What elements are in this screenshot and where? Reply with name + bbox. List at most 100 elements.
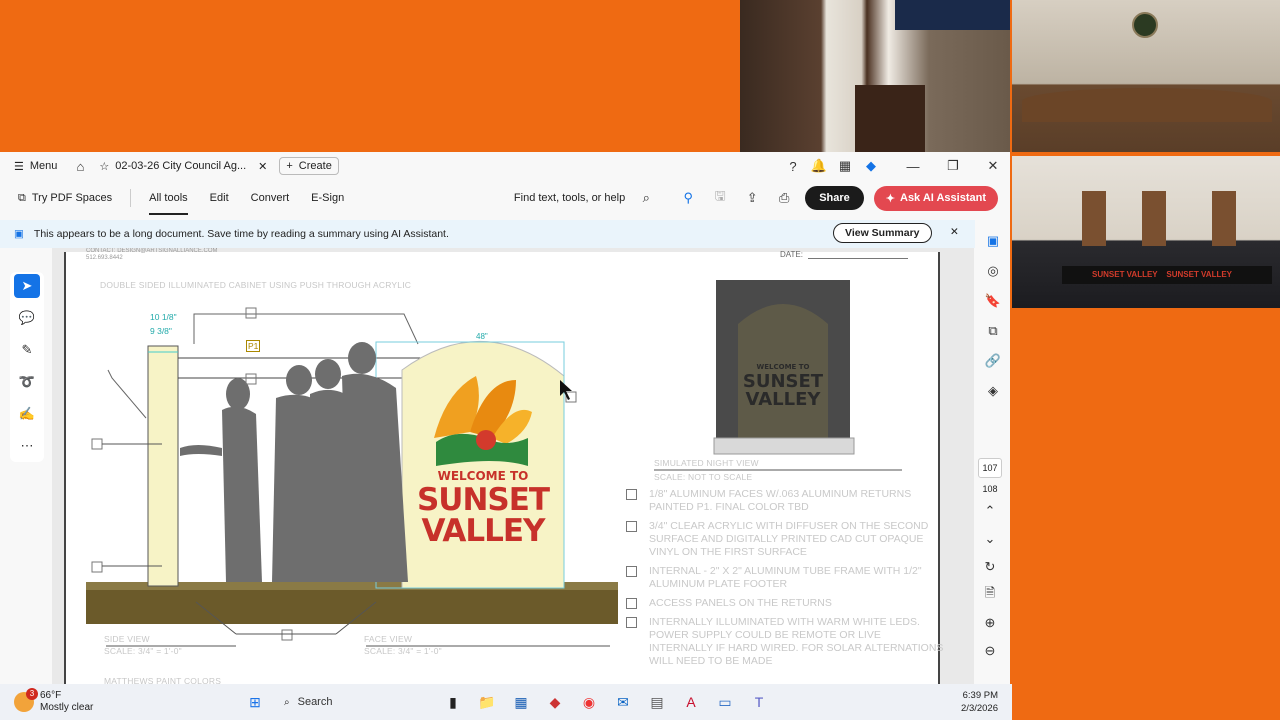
tab-convert[interactable]: Convert — [251, 192, 290, 204]
page-down-icon[interactable]: ⌄ — [979, 528, 1001, 550]
save-icon[interactable]: 🖫 — [709, 187, 731, 209]
spec-note-text: INTERNAL - 2" X 2" ALUMINUM TUBE FRAME W… — [649, 565, 922, 590]
home-icon[interactable]: ⌂ — [69, 155, 91, 177]
find-input[interactable]: Find text, tools, or help — [514, 192, 625, 204]
restore-icon[interactable]: ❐ — [942, 155, 964, 177]
remote-desktop-icon[interactable]: ▭ — [712, 689, 738, 715]
ai-sparkle-icon: ✦ — [885, 192, 895, 205]
notification-bell-icon[interactable]: 🔔 — [808, 155, 830, 177]
zoom-out-icon[interactable]: ⊖ — [979, 640, 1001, 662]
teams-icon[interactable]: T — [746, 689, 772, 715]
weather-widget[interactable]: 3 66°F Mostly clear — [14, 688, 214, 714]
next-page-number[interactable]: 108 — [982, 484, 997, 494]
city-seal — [1132, 12, 1158, 38]
create-label: Create — [298, 160, 332, 172]
paint-colors-label: MATTHEWS PAINT COLORS — [104, 676, 222, 684]
spec-note: INTERNAL - 2" X 2" ALUMINUM TUBE FRAME W… — [626, 565, 946, 591]
clock-time: 6:39 PM — [962, 690, 998, 701]
ai-assistant-icon[interactable]: ▣ — [982, 230, 1004, 252]
page-up-icon[interactable]: ⌃ — [979, 500, 1001, 522]
spec-note-text: INTERNALLY ILLUMINATED WITH WARM WHITE L… — [649, 616, 944, 667]
task-view-icon[interactable]: ▮ — [440, 689, 466, 715]
start-windows-icon[interactable]: ⊞ — [242, 689, 268, 715]
ask-ai-button[interactable]: ✦ Ask AI Assistant — [873, 185, 998, 211]
taskbar-search[interactable]: ⌕ Search — [276, 689, 436, 715]
share-button[interactable]: Share — [805, 186, 864, 210]
leader-line — [193, 313, 419, 345]
lasso-icon[interactable]: ➰ — [14, 370, 40, 394]
select-arrow-icon[interactable]: ➤ — [14, 274, 40, 298]
sign-welcome-text: WELCOME TO — [437, 469, 529, 483]
close-window-icon[interactable]: ✕ — [982, 155, 1004, 177]
council-dais — [1022, 88, 1272, 122]
clock-date: 2/3/2026 — [961, 703, 998, 714]
weather-desc: Mostly clear — [40, 702, 94, 713]
minimize-icon[interactable]: — — [902, 155, 924, 177]
profile-icon[interactable]: ◆ — [860, 155, 882, 177]
paint-marker-p1: P1 — [246, 340, 261, 352]
clock[interactable]: 6:39 PM 2/3/2026 — [961, 689, 998, 715]
divider — [130, 189, 132, 207]
chrome-icon[interactable]: ◉ — [576, 689, 602, 715]
spaces-icon: ⧉ — [18, 191, 26, 204]
night-view-lettering: WELCOME TO SUNSET VALLEY — [738, 364, 828, 409]
night-valley-text: VALLEY — [745, 389, 821, 410]
tv-screen — [895, 0, 1010, 30]
attachment-icon[interactable]: 🔗 — [982, 350, 1004, 372]
podium — [855, 85, 925, 152]
acrobat-window: ☰ Menu ⌂ ☆ 02-03-26 City Council Ag... ✕… — [0, 152, 1010, 684]
spec-note: 1/8" ALUMINUM FACES W/.063 ALUMINUM RETU… — [626, 488, 946, 514]
zoom-in-icon[interactable]: ⊕ — [979, 612, 1001, 634]
bookmark-icon[interactable]: 🔖 — [982, 290, 1004, 312]
file-explorer-icon[interactable]: 📁 — [474, 689, 500, 715]
dimension-48: 48" — [476, 332, 488, 341]
upload-cloud-icon[interactable]: ⇪ — [741, 187, 763, 209]
spec-note: 3/4" CLEAR ACRYLIC WITH DIFFUSER ON THE … — [626, 520, 946, 559]
door — [1082, 191, 1106, 246]
star-icon[interactable]: ☆ — [99, 160, 109, 173]
current-page-number[interactable]: 107 — [978, 458, 1002, 478]
close-banner-icon[interactable]: ✕ — [950, 226, 959, 238]
help-icon[interactable]: ? — [782, 155, 804, 177]
calculator-icon[interactable]: ▦ — [508, 689, 534, 715]
tab-all-tools[interactable]: All tools — [149, 192, 188, 215]
outlook-icon[interactable]: ✉ — [610, 689, 636, 715]
spec-notes: 1/8" ALUMINUM FACES W/.063 ALUMINUM RETU… — [626, 488, 946, 674]
side-view-scale: SCALE: 3/4" = 1'-0" — [104, 646, 182, 656]
menu-label: Menu — [29, 160, 58, 172]
print-icon[interactable]: ⎙ — [773, 187, 795, 209]
pen-icon[interactable]: ✎ — [14, 338, 40, 362]
more-tools-icon[interactable]: ⋯ — [14, 434, 40, 458]
menu-button[interactable]: ☰ Menu — [14, 160, 57, 173]
spec-note-text: 3/4" CLEAR ACRYLIC WITH DIFFUSER ON THE … — [649, 520, 929, 558]
acrobat-icon[interactable]: A — [678, 689, 704, 715]
document-viewer[interactable]: CONTACT: DESIGN@ARTSIGNALLIANCE.COM 512.… — [52, 248, 974, 684]
media-icon[interactable]: ▤ — [644, 689, 670, 715]
document-tab-title: 02-03-26 City Council Ag... — [115, 160, 247, 172]
spec-note-text: 1/8" ALUMINUM FACES W/.063 ALUMINUM RETU… — [649, 488, 912, 513]
comments-icon[interactable]: ◎ — [982, 260, 1004, 282]
pages-icon[interactable]: ⧉ — [982, 320, 1004, 342]
video-feed-podium — [740, 0, 1010, 152]
pdf-spaces-button[interactable]: ⧉ Try PDF Spaces — [18, 192, 112, 205]
search-icon[interactable]: ⌕ — [635, 187, 657, 209]
face-view-scale: SCALE: 3/4" = 1'-0" — [364, 646, 442, 656]
sign-sunset-text: SUNSET — [416, 482, 550, 518]
comment-icon[interactable]: 💬 — [14, 306, 40, 330]
apps-grid-icon[interactable]: ▦ — [834, 155, 856, 177]
layers-icon[interactable]: ◈ — [982, 380, 1004, 402]
rotate-icon[interactable]: ↻ — [979, 556, 1001, 578]
video-feed-council-dais — [1012, 0, 1280, 152]
document-tab[interactable]: ☆ 02-03-26 City Council Ag... ✕ — [99, 160, 267, 173]
view-summary-button[interactable]: View Summary — [833, 223, 932, 243]
main-toolbar: ⧉ Try PDF Spaces All tools Edit Convert … — [0, 180, 1010, 216]
tab-edit[interactable]: Edit — [210, 192, 229, 204]
create-button[interactable]: + Create — [279, 157, 339, 175]
ai-tools-icon[interactable]: ⚲ — [677, 187, 699, 209]
tab-esign[interactable]: E-Sign — [311, 192, 344, 204]
sign-pen-icon[interactable]: ✍ — [14, 402, 40, 426]
close-tab-icon[interactable]: ✕ — [258, 160, 267, 173]
night-view-base — [713, 437, 855, 455]
m365-icon[interactable]: ◆ — [542, 689, 568, 715]
save-page-icon[interactable]: 🗎 — [979, 584, 1001, 606]
